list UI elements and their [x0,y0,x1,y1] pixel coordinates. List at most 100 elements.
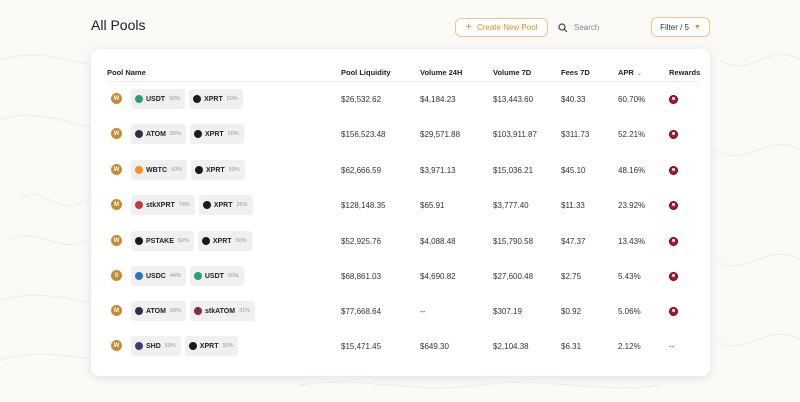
search-input[interactable] [574,23,634,32]
token-chip: stkATOM 31% [189,301,256,321]
token-chip: stkXPRT 74% [131,195,195,215]
sort-chevron-icon: ⌄ [636,71,642,77]
pool-liquidity-cell: $52,925.76 [341,236,382,246]
token-name: XPRT [212,237,232,245]
rewards-cell [669,188,678,222]
reward-token-icon [669,306,678,316]
rewards-cell [669,153,678,187]
fees-7d-cell: $6.31 [561,341,582,351]
token-name: XPRT [204,95,223,103]
volume-24h-cell: $4,690.82 [420,271,456,281]
shd-icon [135,342,143,350]
token-chip: XPRT 50% [189,124,244,144]
volume-24h-cell: -- [420,306,426,316]
column-header-volume-7d[interactable]: Volume 7D [493,68,531,77]
fees-7d-cell: $40.33 [561,94,586,104]
apr-cell: 2.12% [618,341,641,351]
pool-type-icon: W [111,340,122,351]
fees-7d-cell: $0.92 [561,306,582,316]
create-new-pool-label: Create New Pool [476,23,538,32]
token-chip: USDC 44% [131,266,186,286]
apr-cell: 60.70% [618,94,646,104]
volume-7d-cell: $13,443.60 [493,94,534,104]
token-weight: 50% [228,167,240,173]
table-row[interactable]: MstkXPRT 74% XPRT 26% $128,148.35 $65.91 $3,77… [91,188,710,222]
token-chip: SHD 50% [131,336,181,356]
token-chip: XPRT 50% [197,231,252,251]
table-row[interactable]: W SHD 50% XPRT 50% $15,471.45 $649.30 $2,104.38… [91,329,710,363]
pool-type-icon: W [111,235,122,246]
rewards-cell [669,224,678,258]
stkatom-icon [193,307,202,315]
pool-liquidity-cell: $77,668.64 [341,306,382,316]
column-header-apr[interactable]: APR ⌄ [618,68,642,77]
atom-icon [135,307,143,315]
token-weight: 50% [226,96,238,102]
rewards-cell: -- [669,341,675,351]
xprt-icon [193,95,202,103]
volume-24h-cell: $4,184.23 [420,94,456,104]
token-weight: 50% [171,167,183,173]
apr-cell: 52.21% [618,129,646,139]
token-name: ATOM [146,130,166,138]
apr-cell: 13.43% [618,236,646,246]
fees-7d-cell: $47.37 [561,236,586,246]
pool-type-icon: M [111,305,122,316]
volume-7d-cell: $307.19 [493,306,522,316]
token-chip: XPRT 26% [198,195,253,215]
column-header-volume-24h[interactable]: Volume 24H [420,68,462,77]
pool-tokens: ATOM 69% stkATOM 31% [131,301,256,321]
rewards-cell [669,117,678,151]
column-header-pool-name: Pool Name [107,68,146,77]
token-weight: 31% [239,308,251,314]
xprt-icon [193,130,202,138]
pool-liquidity-cell: $15,471.45 [341,341,382,351]
volume-7d-cell: $15,790.58 [493,236,534,246]
table-row[interactable]: W PSTAKE 50% XPRT 50% $52,925.76 $4,088.48 $15,… [91,224,710,258]
token-chip: XPRT 50% [191,160,245,180]
token-weight: 69% [169,308,181,314]
fees-7d-cell: $11.33 [561,200,585,210]
xprt-icon [201,237,210,245]
pool-liquidity-cell: $156,523.48 [341,129,386,139]
token-name: USDT [146,95,166,103]
pool-type-icon: W [111,164,122,175]
xprt-icon [195,166,204,174]
column-header-fees-7d[interactable]: Fees 7D [561,68,590,77]
filter-dropdown[interactable]: Filter / 5 ▼ [651,17,710,37]
table-row[interactable]: M ATOM 69% stkATOM 31% $77,668.64 -- $307.19 $0.… [91,294,710,328]
token-chip: XPRT 50% [184,336,239,356]
pool-liquidity-cell: $128,148.35 [341,200,386,210]
column-header-apr-label: APR [618,68,634,77]
filter-label: Filter / 5 [660,22,689,32]
apr-cell: 5.43% [618,271,641,281]
table-row[interactable]: W WBTC 50% XPRT 50% $62,666.59 $3,971.13 $15,03… [91,153,710,187]
page-title: All Pools [91,17,146,33]
token-weight: 50% [169,131,181,137]
pools-table: Pool Name Pool Liquidity Volume 24H Volu… [91,49,710,376]
usdt-icon [193,272,202,280]
xprt-icon [188,342,197,350]
pool-tokens: USDT 50% XPRT 50% [131,89,243,109]
pool-liquidity-cell: $62,666.59 [341,165,382,175]
plus-icon: + [465,21,472,33]
table-row[interactable]: W USDT 50% XPRT 50% $26,532.62 $4,184.23 $13,44… [91,82,710,116]
table-row[interactable]: W ATOM 50% XPRT 50% $156,523.48 $29,571.88 $103… [91,117,710,151]
volume-24h-cell: $29,571.88 [420,129,461,139]
create-new-pool-button[interactable]: + Create New Pool [455,18,548,37]
token-chip: PSTAKE 50% [131,231,194,251]
pool-tokens: PSTAKE 50% XPRT 50% [131,231,252,251]
rewards-cell [669,82,678,116]
volume-7d-cell: $3,777.40 [493,200,529,210]
token-chip: XPRT 50% [189,89,243,109]
rewards-cell [669,259,678,293]
token-weight: 50% [164,343,176,349]
pool-liquidity-cell: $26,532.62 [341,94,382,104]
table-row[interactable]: S USDC 44% USDT 56% $68,861.03 $4,690.82 $27,60… [91,259,710,293]
pool-tokens: USDC 44% USDT 56% [131,266,244,286]
column-header-pool-liquidity[interactable]: Pool Liquidity [341,68,391,77]
token-chip: WBTC 50% [131,160,188,180]
token-chip: ATOM 50% [131,124,186,144]
token-name: XPRT [204,130,224,138]
pool-tokens: WBTC 50% XPRT 50% [131,160,245,180]
